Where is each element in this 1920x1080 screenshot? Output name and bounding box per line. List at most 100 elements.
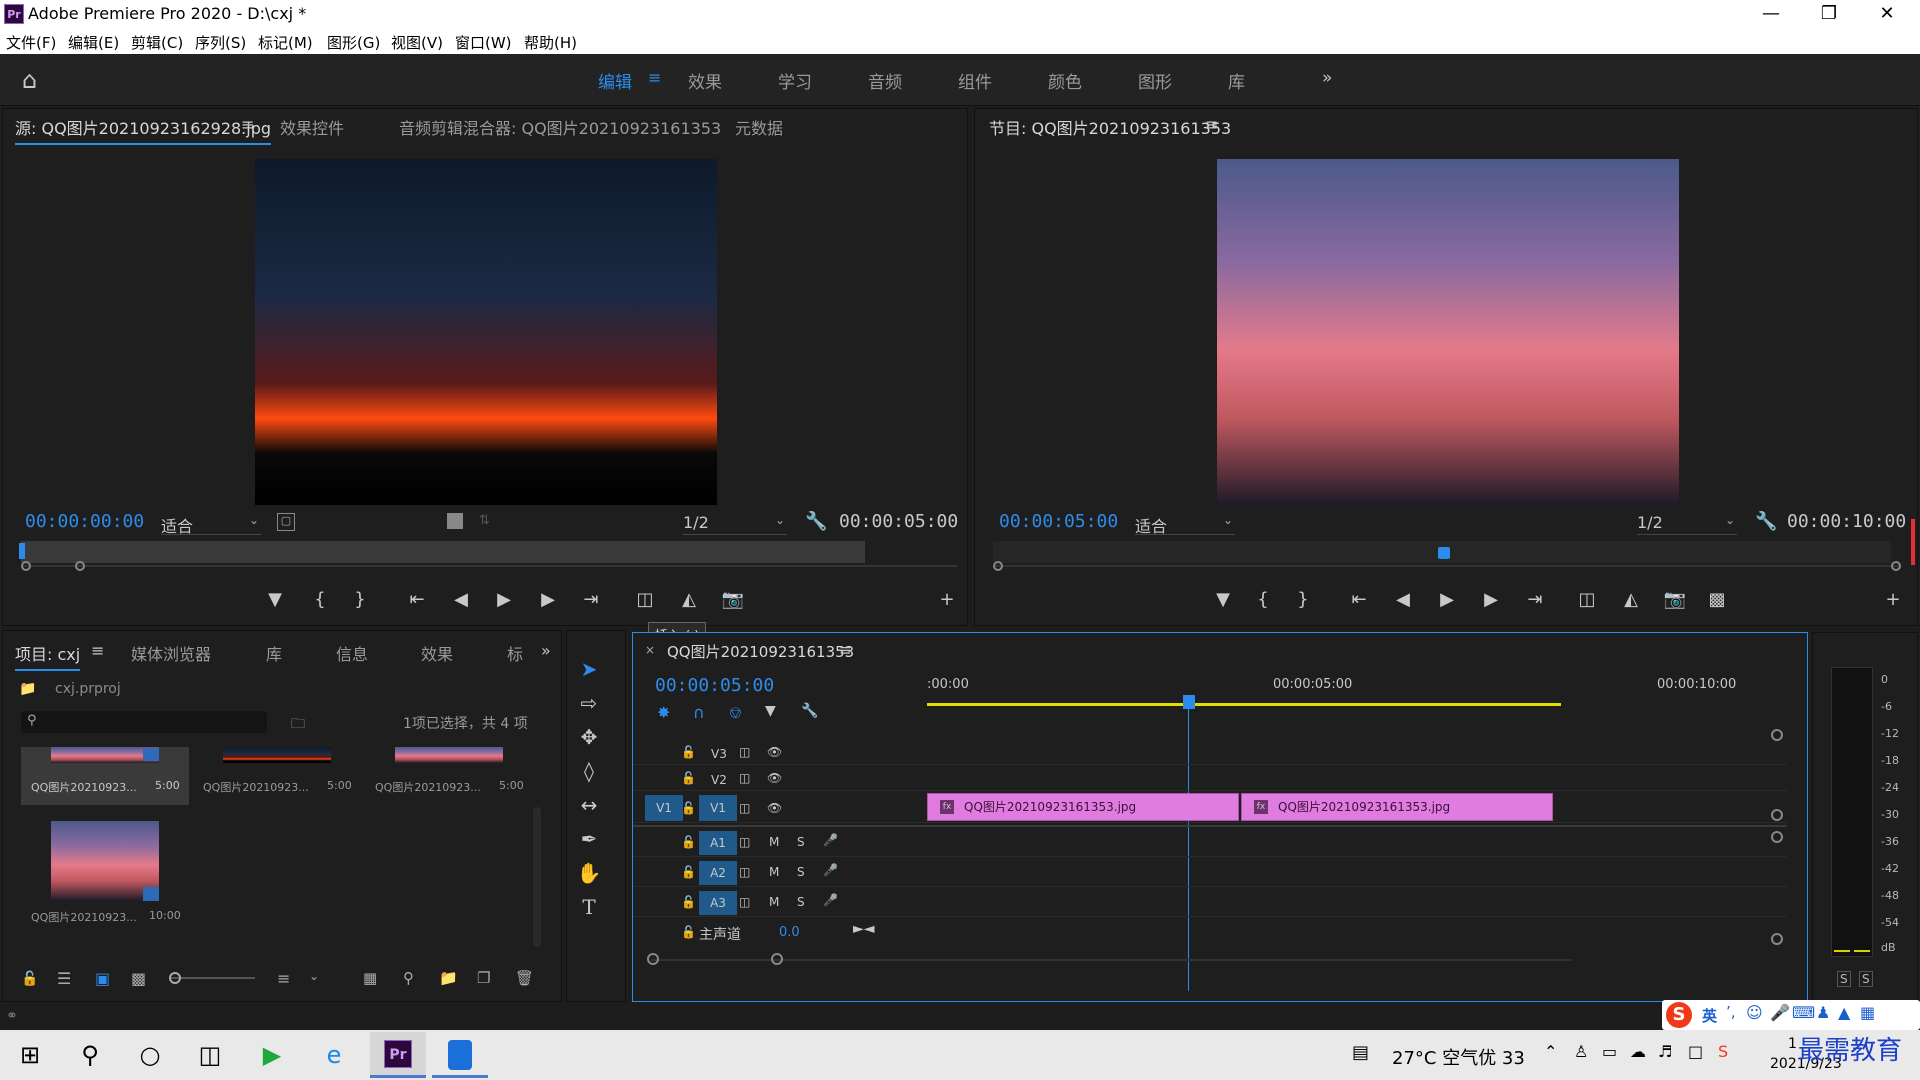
- timeline-zoom-left-handle[interactable]: [647, 953, 659, 965]
- tab-effects[interactable]: 效果: [421, 641, 453, 665]
- zoom-slider-handle[interactable]: [169, 972, 181, 984]
- timeline-playhead-handle[interactable]: [1183, 695, 1195, 709]
- tab-program[interactable]: 节目: QQ图片20210923161353: [989, 115, 1231, 139]
- program-mark-out-icon[interactable]: }: [1291, 589, 1315, 610]
- hand-tool-icon[interactable]: ✋: [575, 859, 603, 887]
- tab-markers[interactable]: 标: [507, 641, 523, 665]
- sync-lock-icon[interactable]: ◫: [739, 801, 750, 815]
- timeline-clip[interactable]: fx QQ图片20210923161353.jpg: [927, 793, 1239, 821]
- lift-icon[interactable]: ◫: [1575, 589, 1599, 610]
- program-go-to-out-icon[interactable]: ⇥: [1523, 589, 1547, 610]
- program-mark-in-icon[interactable]: {: [1251, 589, 1275, 610]
- workspace-tab-learn[interactable]: 学习: [778, 68, 812, 93]
- tab-audio-clip-mixer[interactable]: 音频剪辑混合器: QQ图片20210923161353: [399, 115, 721, 139]
- project-item[interactable]: QQ图片20210923... 5:00: [365, 747, 533, 805]
- qq-tray-icon[interactable]: ♙: [1574, 1042, 1588, 1061]
- program-zoom-bar[interactable]: [995, 565, 1901, 567]
- ime-skin-icon[interactable]: ▲: [1838, 1003, 1850, 1022]
- menu-clip[interactable]: 剪辑(C): [131, 32, 183, 53]
- extract-icon[interactable]: ◭: [1619, 589, 1643, 610]
- eye-icon[interactable]: 👁: [767, 771, 782, 785]
- search-icon[interactable]: ⚲: [72, 1038, 108, 1072]
- overwrite-icon[interactable]: ◭: [677, 589, 701, 610]
- automate-to-sequence-icon[interactable]: ▦: [363, 969, 377, 987]
- timeline-horizontal-scroll[interactable]: [651, 959, 1571, 961]
- menu-help[interactable]: 帮助(H): [524, 32, 577, 53]
- minimize-button[interactable]: —: [1742, 0, 1800, 28]
- program-go-to-in-icon[interactable]: ⇤: [1347, 589, 1371, 610]
- lock-icon[interactable]: 🔓: [681, 835, 696, 849]
- program-settings-wrench-icon[interactable]: 🔧: [1755, 511, 1777, 532]
- zoom-slider[interactable]: [171, 977, 255, 979]
- ime-tray-icon[interactable]: □: [1688, 1042, 1703, 1061]
- ime-user-icon[interactable]: ♟: [1816, 1003, 1830, 1022]
- sort-icons-icon[interactable]: ≡: [277, 969, 290, 988]
- more-workspaces-icon[interactable]: »: [1322, 68, 1332, 88]
- menu-marker[interactable]: 标记(M): [258, 32, 313, 53]
- tray-expand-icon[interactable]: ⌃: [1544, 1042, 1557, 1061]
- add-marker-icon[interactable]: ▼: [263, 589, 287, 610]
- source-zoom-bar[interactable]: [23, 565, 957, 567]
- workspace-tab-effects[interactable]: 效果: [688, 68, 722, 93]
- more-panels-icon[interactable]: »: [541, 641, 551, 660]
- menu-window[interactable]: 窗口(W): [455, 32, 512, 53]
- solo-toggle[interactable]: S: [797, 835, 805, 849]
- video-audio-divider[interactable]: [633, 825, 1787, 827]
- ime-emoji-icon[interactable]: ☺: [1746, 1003, 1763, 1022]
- microphone-icon[interactable]: 🎤: [823, 863, 838, 877]
- workspace-tab-audio[interactable]: 音频: [868, 68, 902, 93]
- meter-solo-left[interactable]: S: [1837, 971, 1851, 987]
- taskbar-app[interactable]: [432, 1032, 488, 1078]
- program-tab-menu-icon[interactable]: ≡: [1205, 115, 1218, 134]
- task-view-icon[interactable]: ◫: [192, 1038, 228, 1072]
- play-icon[interactable]: ▶: [492, 589, 516, 610]
- track-label-v3[interactable]: V3: [711, 747, 727, 761]
- project-scrollbar[interactable]: [533, 807, 541, 947]
- close-button[interactable]: ✕: [1858, 0, 1916, 28]
- new-item-icon[interactable]: ❐: [477, 969, 490, 987]
- go-to-edit-point-icon[interactable]: ►◄: [853, 921, 875, 937]
- source-resolution-dropdown[interactable]: 1/2 ⌄: [683, 513, 787, 535]
- program-timecode[interactable]: 00:00:05:00: [999, 511, 1118, 532]
- solo-toggle[interactable]: S: [797, 865, 805, 879]
- list-view-icon[interactable]: ☰: [57, 969, 71, 988]
- linked-selection-icon[interactable]: ⎊: [729, 703, 742, 723]
- audio-scroll-top-handle[interactable]: [1771, 831, 1783, 843]
- windows-start-icon[interactable]: ⊞: [12, 1038, 48, 1072]
- nest-sequences-icon[interactable]: ✸: [657, 703, 670, 722]
- source-zoom-handle-left[interactable]: [21, 561, 31, 571]
- track-label-v2[interactable]: V2: [711, 773, 727, 787]
- sync-lock-icon[interactable]: ◫: [739, 835, 750, 849]
- sequence-tab-menu-icon[interactable]: ≡: [839, 641, 852, 659]
- tab-metadata[interactable]: 元数据: [735, 115, 783, 139]
- tab-project[interactable]: 项目: cxj: [15, 641, 81, 671]
- work-area-bar[interactable]: [927, 703, 1561, 706]
- program-step-forward-icon[interactable]: ▶: [1479, 589, 1503, 610]
- lock-icon[interactable]: 🔓: [21, 971, 38, 987]
- timeline-time-ruler[interactable]: :00:00 00:00:05:00 00:00:10:00: [927, 675, 1787, 697]
- project-item[interactable]: QQ图片20210923... 5:00: [193, 747, 361, 805]
- source-tab-menu-icon[interactable]: ≡: [241, 115, 254, 134]
- sync-lock-icon[interactable]: ◫: [739, 771, 750, 785]
- go-to-out-icon[interactable]: ⇥: [579, 589, 603, 610]
- browser-icon[interactable]: e: [316, 1038, 352, 1072]
- project-item-selected[interactable]: QQ图片20210923... 5:00: [21, 747, 189, 805]
- program-play-icon[interactable]: ▶: [1435, 589, 1459, 610]
- audio-scroll-bottom-handle[interactable]: [1771, 933, 1783, 945]
- snap-icon[interactable]: ∩: [693, 703, 705, 722]
- project-tab-menu-icon[interactable]: ≡: [91, 641, 104, 660]
- find-icon[interactable]: ⚲: [403, 969, 414, 987]
- safe-margin-icon[interactable]: ▢: [277, 513, 295, 531]
- icon-view-icon[interactable]: ▣: [95, 969, 110, 988]
- project-item[interactable]: QQ图片20210923... 10:00: [21, 815, 189, 925]
- workspace-tab-library[interactable]: 库: [1228, 68, 1245, 93]
- track-label-a2[interactable]: A2: [699, 861, 737, 885]
- lock-icon[interactable]: 🔓: [681, 865, 696, 879]
- workspace-menu-icon[interactable]: ≡: [648, 68, 661, 87]
- meter-solo-right[interactable]: S: [1859, 971, 1873, 987]
- menu-view[interactable]: 视图(V): [391, 32, 443, 53]
- timeline-add-marker-icon[interactable]: ▼: [765, 703, 776, 719]
- step-back-icon[interactable]: ◀: [449, 589, 473, 610]
- close-sequence-icon[interactable]: ×: [645, 643, 655, 657]
- lock-icon[interactable]: 🔓: [681, 745, 696, 759]
